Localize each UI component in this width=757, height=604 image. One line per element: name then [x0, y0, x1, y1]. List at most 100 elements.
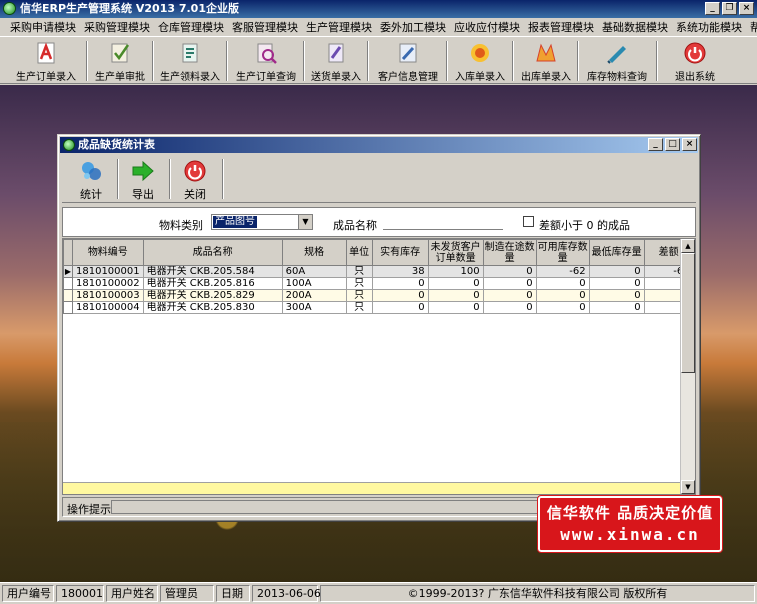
status-bar: 用户编号 180001 用户姓名 管理员 日期 2013-06-06 ©1999… — [0, 582, 757, 604]
toolbar-inventory-query[interactable]: 库存物料查询 — [581, 39, 653, 83]
cell-material-code[interactable]: 1810100002 — [72, 277, 144, 290]
diff-below-zero-label: 差额小于 0 的成品 — [539, 219, 630, 232]
menu-help[interactable]: 帮助 — [746, 19, 757, 35]
export-button[interactable]: 导出 — [120, 157, 166, 201]
cell-available-stock[interactable]: -62 — [535, 265, 590, 278]
cell-available-stock[interactable]: 0 — [535, 277, 590, 290]
toolbar-label: 送货单录入 — [311, 72, 361, 83]
cell-material-code[interactable]: 1810100004 — [72, 301, 144, 314]
category-label: 物料类别 — [159, 219, 203, 232]
menu-outsourcing[interactable]: 委外加工模块 — [376, 19, 450, 35]
brand-slogan: 信华软件 品质决定价值 — [546, 504, 714, 522]
toolbar-order-query[interactable]: 生产订单查询 — [230, 39, 302, 83]
cell-actual-stock[interactable]: 0 — [371, 289, 429, 302]
toolbar-delivery-entry[interactable]: 送货单录入 — [306, 39, 366, 83]
cell-material-code[interactable]: 1810100001 — [72, 265, 144, 278]
close-report-button[interactable]: 关闭 — [172, 157, 218, 201]
cell-spec[interactable]: 100A — [281, 277, 347, 290]
cell-min-stock[interactable]: 0 — [588, 301, 645, 314]
col-header-available-stock[interactable]: 可用库存数量 — [535, 239, 590, 266]
menu-receivable-payable[interactable]: 应收应付模块 — [450, 19, 524, 35]
toolbar-stock-in[interactable]: 入库单录入 — [450, 39, 510, 83]
cell-available-stock[interactable]: 0 — [535, 289, 590, 302]
cell-in-production[interactable]: 0 — [482, 265, 537, 278]
cell-unit[interactable]: 只 — [345, 289, 373, 302]
statistics-button[interactable]: 统计 — [68, 157, 114, 201]
col-header-actual-stock[interactable]: 实有库存 — [371, 239, 429, 266]
toolbar-production-approval[interactable]: 生产单审批 — [89, 39, 151, 83]
window-close-button[interactable]: × — [682, 138, 697, 151]
toolbar-material-picking[interactable]: 生产领料录入 — [155, 39, 225, 83]
cell-min-stock[interactable]: 0 — [588, 277, 645, 290]
toolbar-label: 生产订单查询 — [236, 72, 296, 83]
approve-document-icon — [111, 43, 130, 63]
toolbar-production-order-entry[interactable]: 生产订单录入 — [6, 39, 86, 83]
diff-below-zero-checkbox[interactable] — [523, 216, 534, 227]
cell-unshipped-orders[interactable]: 0 — [427, 277, 484, 290]
cell-product-name[interactable]: 电器开关 CKB.205.816 — [142, 277, 283, 290]
scroll-up-icon[interactable]: ▲ — [681, 239, 695, 253]
vertical-scrollbar[interactable]: ▲ ▼ — [680, 239, 695, 494]
cell-unit[interactable]: 只 — [345, 301, 373, 314]
cell-unshipped-orders[interactable]: 100 — [427, 265, 484, 278]
col-header-unshipped-orders[interactable]: 未发货客户订单数量 — [427, 239, 484, 266]
cell-product-name[interactable]: 电器开关 CKB.205.830 — [142, 301, 283, 314]
cell-unit[interactable]: 只 — [345, 277, 373, 290]
cell-actual-stock[interactable]: 0 — [371, 277, 429, 290]
status-date: 2013-06-06 — [252, 585, 321, 602]
table-row[interactable]: ▶ 1810100001 电器开关 CKB.205.584 60A 只 38 1… — [63, 265, 694, 278]
cell-unit[interactable]: 只 — [345, 265, 373, 278]
cell-in-production[interactable]: 0 — [482, 277, 537, 290]
cell-product-name[interactable]: 电器开关 CKB.205.829 — [142, 289, 283, 302]
col-header-spec[interactable]: 规格 — [281, 239, 347, 266]
toolbar-label: 客户信息管理 — [378, 72, 438, 83]
cell-actual-stock[interactable]: 38 — [371, 265, 429, 278]
menu-purchase[interactable]: 采购管理模块 — [80, 19, 154, 35]
cell-spec[interactable]: 300A — [281, 301, 347, 314]
category-select[interactable]: 产品图号 ▼ — [211, 214, 313, 230]
col-header-material-code[interactable]: 物料编号 — [72, 239, 144, 266]
cell-product-name[interactable]: 电器开关 CKB.205.584 — [142, 265, 283, 278]
col-header-unit[interactable]: 单位 — [345, 239, 373, 266]
restore-button[interactable]: ❐ — [722, 2, 737, 15]
cell-unshipped-orders[interactable]: 0 — [427, 289, 484, 302]
table-row[interactable]: 1810100004 电器开关 CKB.205.830 300A 只 0 0 0… — [63, 301, 694, 314]
toolbar-separator — [117, 159, 119, 199]
cell-in-production[interactable]: 0 — [482, 289, 537, 302]
menu-purchase-request[interactable]: 采购申请模块 — [6, 19, 80, 35]
menu-system[interactable]: 系统功能模块 — [672, 19, 746, 35]
menu-reports[interactable]: 报表管理模块 — [524, 19, 598, 35]
cell-available-stock[interactable]: 0 — [535, 301, 590, 314]
table-row[interactable]: 1810100002 电器开关 CKB.205.816 100A 只 0 0 0… — [63, 277, 694, 290]
col-header-in-production[interactable]: 制造在途数量 — [482, 239, 537, 266]
menu-production[interactable]: 生产管理模块 — [302, 19, 376, 35]
cell-min-stock[interactable]: 0 — [588, 265, 645, 278]
cell-material-code[interactable]: 1810100003 — [72, 289, 144, 302]
menu-base-data[interactable]: 基础数据模块 — [598, 19, 672, 35]
cell-actual-stock[interactable]: 0 — [371, 301, 429, 314]
close-button[interactable]: × — [739, 2, 754, 15]
app-title: 信华ERP生产管理系统 V2013 7.01企业版 — [20, 2, 239, 15]
scroll-thumb[interactable] — [681, 253, 695, 373]
cell-min-stock[interactable]: 0 — [588, 289, 645, 302]
minimize-button[interactable]: _ — [705, 2, 720, 15]
scroll-down-icon[interactable]: ▼ — [681, 480, 695, 494]
cell-in-production[interactable]: 0 — [482, 301, 537, 314]
cell-unshipped-orders[interactable]: 0 — [427, 301, 484, 314]
window-maximize-button[interactable]: □ — [665, 138, 680, 151]
col-header-product-name[interactable]: 成品名称 — [142, 239, 283, 266]
col-header-min-stock[interactable]: 最低库存量 — [588, 239, 645, 266]
menu-warehouse[interactable]: 仓库管理模块 — [154, 19, 228, 35]
toolbar-exit[interactable]: 退出系统 — [666, 39, 724, 83]
cell-spec[interactable]: 60A — [281, 265, 347, 278]
table-row[interactable]: 1810100003 电器开关 CKB.205.829 200A 只 0 0 0… — [63, 289, 694, 302]
cell-spec[interactable]: 200A — [281, 289, 347, 302]
menu-customer-service[interactable]: 客服管理模块 — [228, 19, 302, 35]
chevron-down-icon[interactable]: ▼ — [298, 215, 312, 229]
status-user-name-label: 用户姓名 — [106, 585, 158, 602]
toolbar-label: 退出系统 — [675, 72, 715, 83]
product-name-input[interactable] — [383, 214, 503, 230]
window-minimize-button[interactable]: _ — [648, 138, 663, 151]
toolbar-stock-out[interactable]: 出库单录入 — [516, 39, 576, 83]
toolbar-customer-info[interactable]: 客户信息管理 — [371, 39, 445, 83]
